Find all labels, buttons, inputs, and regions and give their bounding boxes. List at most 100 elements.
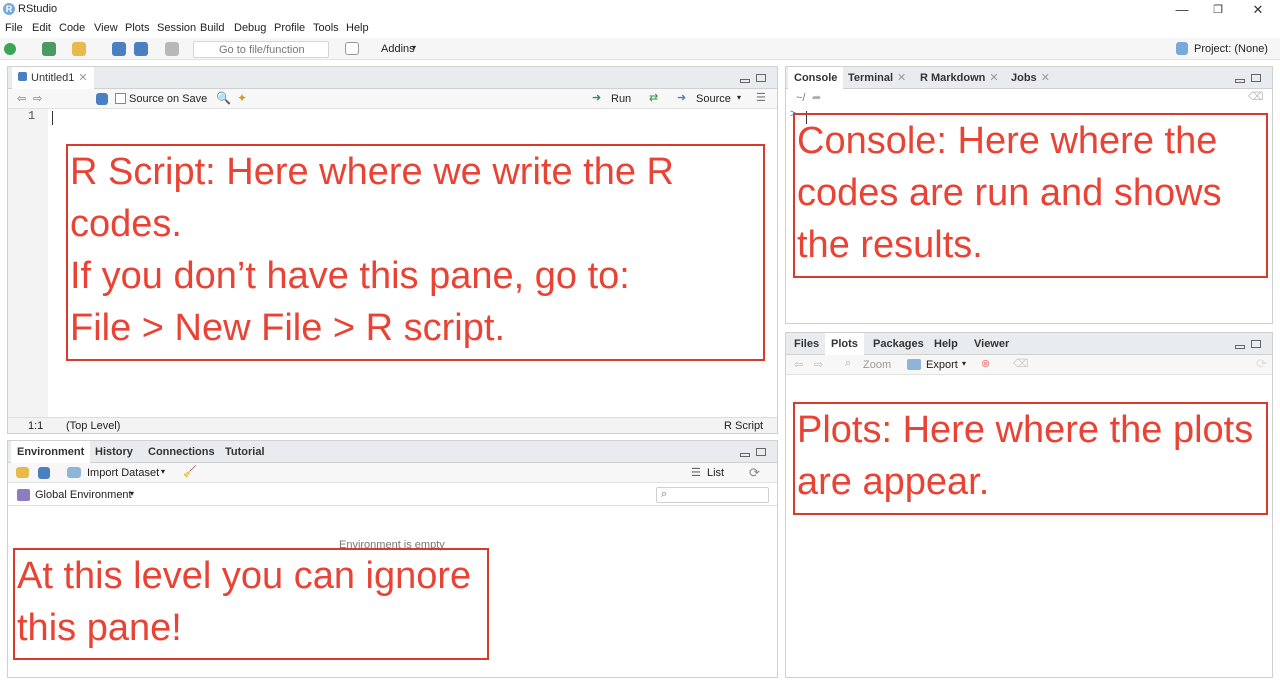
project-icon [1176, 42, 1188, 55]
back-arrow-icon[interactable]: ⇦ [17, 92, 26, 105]
working-directory: ~/ [796, 92, 806, 104]
title-bar: R RStudio — ❐ ✕ [0, 0, 1280, 20]
minimize-pane-icon[interactable] [1235, 79, 1245, 83]
new-project-icon[interactable] [42, 42, 56, 56]
forward-arrow-icon[interactable]: ⇨ [33, 92, 42, 105]
r-file-icon [18, 72, 27, 81]
annotation-env: At this level you can ignore this pane! [13, 548, 489, 660]
export-button[interactable]: Export [926, 359, 958, 371]
save-icon[interactable] [38, 467, 50, 479]
tab-packages[interactable]: Packages [867, 333, 930, 355]
list-view-selector[interactable]: List [707, 467, 724, 479]
maximize-pane-icon[interactable] [756, 74, 766, 82]
maximize-pane-icon[interactable] [1251, 340, 1261, 348]
file-type-selector[interactable]: R Script [724, 420, 763, 432]
scope-selector[interactable]: (Top Level) [66, 420, 120, 432]
search-icon[interactable]: 🔍 [216, 91, 231, 105]
close-icon[interactable]: ✕ [78, 72, 87, 84]
menu-build[interactable]: Build [200, 22, 224, 34]
menu-file[interactable]: File [5, 22, 23, 34]
minimize-pane-icon[interactable] [740, 79, 750, 83]
forward-arrow-icon[interactable]: ⇨ [814, 358, 823, 371]
go-to-directory-icon[interactable]: ➦ [812, 91, 821, 104]
global-environment-selector[interactable]: Global Environment [35, 489, 132, 501]
menu-code[interactable]: Code [59, 22, 85, 34]
tab-viewer[interactable]: Viewer [968, 333, 1015, 355]
menu-view[interactable]: View [94, 22, 118, 34]
tab-jobs[interactable]: Jobs ✕ [1005, 67, 1056, 89]
tab-untitled1[interactable]: Untitled1 ✕ [12, 67, 94, 89]
chevron-down-icon[interactable]: ▾ [737, 93, 741, 102]
environment-search-input[interactable]: ⌕ [656, 487, 769, 503]
close-window-button[interactable]: ✕ [1248, 2, 1268, 18]
print-icon[interactable] [165, 42, 179, 56]
save-icon[interactable] [112, 42, 126, 56]
menu-session[interactable]: Session [157, 22, 196, 34]
menu-profile[interactable]: Profile [274, 22, 305, 34]
addins-menu[interactable]: Addins [381, 43, 415, 55]
tab-plots[interactable]: Plots [825, 333, 864, 355]
tab-tutorial[interactable]: Tutorial [219, 441, 271, 463]
plots-toolbar: ⇦ ⇨ ⌕ Zoom Export ▾ ⊗ ⌫ ⟳ [786, 355, 1272, 375]
run-button[interactable]: Run [611, 93, 631, 105]
refresh-icon[interactable]: ⟳ [1256, 356, 1267, 372]
open-file-icon[interactable] [72, 42, 86, 56]
tab-connections[interactable]: Connections [142, 441, 221, 463]
editor-status-bar: 1:1 (Top Level) R Script [8, 417, 777, 433]
source-on-save-label: Source on Save [129, 93, 208, 105]
environment-icon [17, 489, 30, 501]
tab-history[interactable]: History [89, 441, 139, 463]
line-gutter: 1 [8, 109, 48, 417]
minimize-pane-icon[interactable] [1235, 345, 1245, 349]
tab-terminal[interactable]: Terminal ✕ [842, 67, 912, 89]
menu-debug[interactable]: Debug [234, 22, 266, 34]
magic-wand-icon[interactable]: ✦ [237, 91, 247, 105]
minimize-button[interactable]: — [1172, 2, 1192, 18]
annotation-console: Console: Here where the codes are run an… [793, 113, 1268, 278]
tab-files[interactable]: Files [788, 333, 825, 355]
restore-button[interactable]: ❐ [1208, 2, 1228, 18]
source-arrow-icon: ➜ [677, 92, 687, 104]
close-icon: ✕ [989, 72, 999, 84]
menu-edit[interactable]: Edit [32, 22, 51, 34]
save-icon[interactable] [96, 93, 108, 105]
annotation-plots: Plots: Here where the plots are appear. [793, 402, 1268, 515]
broom-icon[interactable]: ⌫ [1248, 90, 1264, 103]
go-to-file-input[interactable]: Go to file/function [193, 41, 329, 58]
broom-icon[interactable]: 🧹 [183, 465, 197, 478]
outline-icon[interactable]: ☰ [756, 91, 766, 104]
new-file-icon[interactable] [4, 43, 16, 55]
environment-selector-bar: Global Environment ▾ ⌕ [8, 485, 777, 506]
tab-console[interactable]: Console [788, 67, 844, 89]
window-title: RStudio [18, 3, 58, 15]
save-all-icon[interactable] [134, 42, 148, 56]
text-cursor [52, 111, 53, 125]
chevron-down-icon[interactable]: ▾ [161, 467, 165, 476]
grid-layout-icon[interactable] [345, 42, 359, 55]
tab-environment[interactable]: Environment [11, 441, 91, 463]
source-button[interactable]: Source [696, 93, 731, 105]
back-arrow-icon[interactable]: ⇦ [794, 358, 803, 371]
menu-plots[interactable]: Plots [125, 22, 149, 34]
source-on-save-checkbox[interactable] [115, 93, 126, 104]
export-icon [907, 359, 921, 370]
load-workspace-icon[interactable] [16, 467, 29, 478]
refresh-icon[interactable]: ⟳ [749, 465, 760, 481]
run-arrow-icon: ➜ [592, 92, 602, 104]
menu-bar: File Edit Code View Plots Session Build … [0, 20, 1280, 38]
maximize-pane-icon[interactable] [756, 448, 766, 456]
broom-icon[interactable]: ⌫ [1013, 357, 1029, 370]
maximize-pane-icon[interactable] [1251, 74, 1261, 82]
list-view-icon: ☰ [691, 467, 701, 479]
tab-r-markdown[interactable]: R Markdown ✕ [914, 67, 1005, 89]
project-menu[interactable]: Project: (None) [1194, 43, 1268, 55]
remove-plot-icon[interactable]: ⊗ [981, 357, 990, 370]
minimize-pane-icon[interactable] [740, 453, 750, 457]
rerun-icon[interactable]: ⇄ [649, 91, 658, 104]
menu-help[interactable]: Help [346, 22, 369, 34]
chevron-down-icon[interactable]: ▾ [962, 359, 966, 368]
menu-tools[interactable]: Tools [313, 22, 339, 34]
import-dataset-button[interactable]: Import Dataset [87, 467, 159, 479]
zoom-button[interactable]: Zoom [863, 359, 891, 371]
tab-help[interactable]: Help [928, 333, 964, 355]
